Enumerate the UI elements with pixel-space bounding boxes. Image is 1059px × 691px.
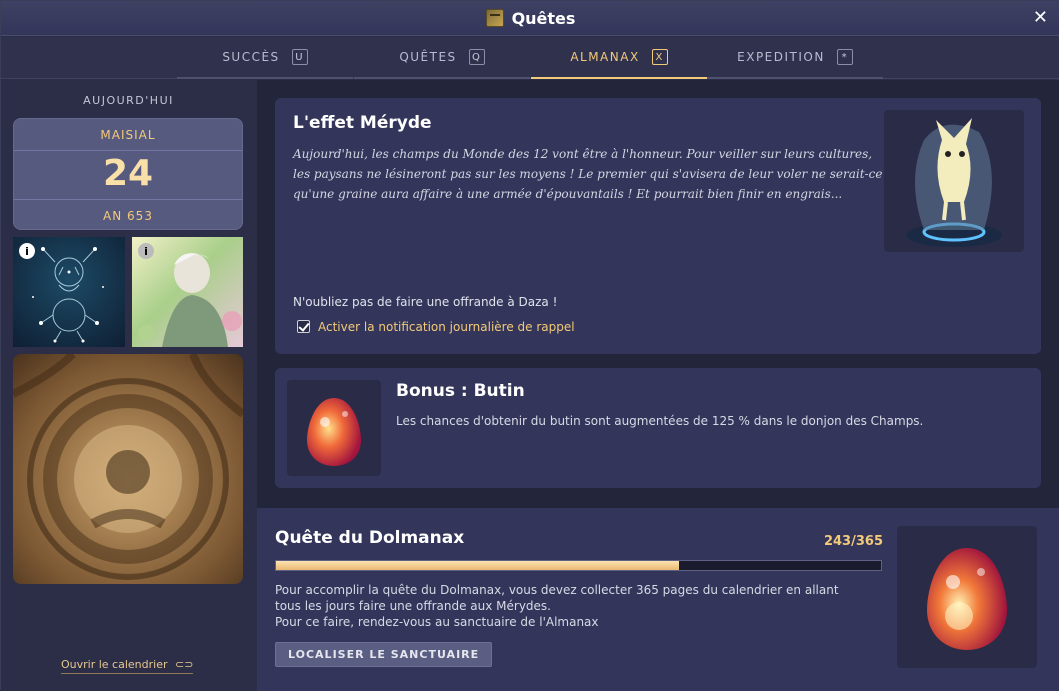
almanax-main: L'effet Méryde Aujourd'hui, les champs d… [257,80,1059,691]
notification-checkbox[interactable] [297,320,310,333]
quests-window: Quêtes ✕ SUCCÈS U QUÊTES Q ALMANAX X EXP… [0,0,1059,691]
calendar-wheel-graphic [13,354,243,580]
quest-book-icon [485,9,504,27]
dolmanax-progress-count: 243/365 [823,534,883,549]
zodiac-constellation-image[interactable]: i [13,237,125,347]
dofus-egg-icon [307,398,361,466]
tab-shortcut-key: * [836,49,853,65]
almanax-calendar-art [13,354,243,584]
event-title: L'effet Méryde [293,113,432,133]
bonus-card: Bonus : Butin Les chances d'obtenir du b… [275,368,1041,488]
dolmanax-description: Pour accomplir la quête du Dolmanax, vou… [275,582,839,630]
link-icon: ⊂⊃ [175,658,194,671]
today-label: AUJOURD'HUI [83,94,174,107]
open-calendar-label: Ouvrir le calendrier [61,658,168,671]
dolmanax-title: Quête du Dolmanax [275,528,465,548]
open-calendar-link[interactable]: Ouvrir le calendrier ⊂⊃ [61,658,194,674]
description-line: tous les jours faire une offrande aux Mé… [275,599,551,613]
tab-bar: SUCCÈS U QUÊTES Q ALMANAX X EXPEDITION * [1,37,1059,79]
tab-succes[interactable]: SUCCÈS U [177,37,353,79]
dolmanax-progress-bar [275,560,882,571]
window-title: Quêtes [511,8,576,28]
bonus-text: Les chances d'obtenir du butin sont augm… [396,414,924,428]
tab-quetes[interactable]: QUÊTES Q [354,37,530,79]
locate-sanctuary-button[interactable]: LOCALISER LE SANCTUAIRE [275,642,493,667]
dolmanax-quest-panel: Quête du Dolmanax 243/365 Pour accomplir… [257,508,1059,691]
year-label: AN 653 [14,199,242,229]
dolmanax-thumbnail [897,526,1037,668]
day-number: 24 [102,153,154,194]
meryde-portrait-image[interactable]: i [132,237,243,347]
offering-reminder: N'oubliez pas de faire une offrande à Da… [293,295,558,309]
tab-shortcut-key: U [291,49,308,65]
meryde-thumbnail [884,110,1024,252]
tab-label: SUCCÈS [222,50,280,64]
info-icon[interactable]: i [138,243,154,259]
description-line: Pour ce faire, rendez-vous au sanctuaire… [275,615,599,629]
close-icon[interactable]: ✕ [1033,7,1048,28]
tab-label: QUÊTES [399,50,457,64]
dofus-egg-large-icon [927,548,1007,650]
tab-shortcut-key: Q [468,49,485,65]
bonus-thumbnail [287,380,381,476]
tab-shortcut-key: X [651,49,668,65]
meryde-figure [906,118,1002,247]
title-bar: Quêtes ✕ [1,1,1059,36]
event-description: Aujourd'hui, les champs du Monde des 12 … [293,147,883,201]
tab-label: EXPEDITION [737,50,825,64]
tab-expedition[interactable]: EXPEDITION * [707,37,883,79]
tab-label: ALMANAX [570,50,640,64]
tab-almanax[interactable]: ALMANAX X [531,37,707,79]
notification-toggle[interactable]: Activer la notification journalière de r… [297,320,575,334]
bonus-title: Bonus : Butin [396,381,525,401]
progress-fill [276,561,679,570]
daily-event-card: L'effet Méryde Aujourd'hui, les champs d… [275,98,1041,354]
notification-label: Activer la notification journalière de r… [318,320,575,334]
month-label: MAISIAL [14,119,242,151]
date-card: MAISIAL 24 AN 653 [13,118,243,230]
description-line: Pour accomplir la quête du Dolmanax, vou… [275,583,839,597]
almanax-sidebar: AUJOURD'HUI MAISIAL 24 AN 653 i i Ouvrir… [1,80,256,691]
info-icon[interactable]: i [19,243,35,259]
